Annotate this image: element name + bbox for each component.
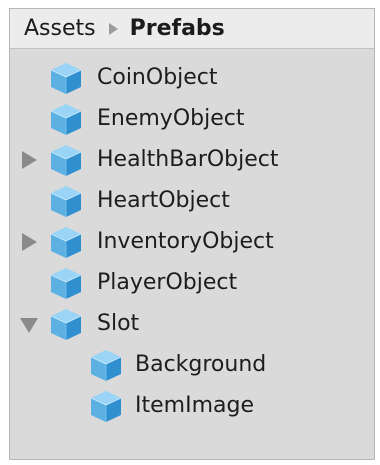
tree-item-label: HealthBarObject [97, 147, 279, 172]
tree-item-background[interactable]: Background [10, 344, 374, 385]
tree-item-label: ItemImage [135, 393, 254, 418]
prefab-cube-icon [48, 224, 84, 260]
tree-item-inventoryobject[interactable]: InventoryObject [10, 221, 374, 262]
tree-item-label: Background [135, 352, 267, 377]
foldout-expanded-icon[interactable] [20, 317, 38, 333]
prefab-cube-icon [48, 306, 84, 342]
breadcrumb-prefabs[interactable]: Prefabs [130, 16, 225, 41]
prefab-cube-icon [48, 265, 84, 301]
project-browser-panel: Assets Prefabs CoinObject EnemyObject He… [9, 8, 375, 460]
tree-item-heartobject[interactable]: HeartObject [10, 180, 374, 221]
tree-item-label: EnemyObject [97, 106, 245, 131]
breadcrumb-arrow-icon [108, 22, 118, 35]
prefab-cube-icon [48, 101, 84, 137]
prefab-cube-icon [88, 388, 124, 424]
breadcrumb-assets[interactable]: Assets [24, 16, 96, 41]
tree-item-playerobject[interactable]: PlayerObject [10, 262, 374, 303]
foldout-collapsed-icon[interactable] [22, 150, 37, 169]
tree-item-enemyobject[interactable]: EnemyObject [10, 98, 374, 139]
tree-item-coinobject[interactable]: CoinObject [10, 57, 374, 98]
prefab-cube-icon [48, 142, 84, 178]
foldout-collapsed-icon[interactable] [22, 232, 37, 251]
tree-item-slot[interactable]: Slot [10, 303, 374, 344]
tree-item-label: PlayerObject [97, 270, 238, 295]
tree-item-itemimage[interactable]: ItemImage [10, 385, 374, 426]
tree-item-label: HeartObject [97, 188, 230, 213]
tree-item-label: Slot [97, 311, 140, 336]
breadcrumb: Assets Prefabs [10, 9, 374, 49]
prefab-tree: CoinObject EnemyObject HealthBarObject H… [10, 57, 374, 426]
tree-item-label: CoinObject [97, 65, 218, 90]
prefab-cube-icon [48, 183, 84, 219]
tree-item-healthbarobject[interactable]: HealthBarObject [10, 139, 374, 180]
tree-item-label: InventoryObject [97, 229, 274, 254]
prefab-cube-icon [48, 60, 84, 96]
prefab-cube-icon [88, 347, 124, 383]
